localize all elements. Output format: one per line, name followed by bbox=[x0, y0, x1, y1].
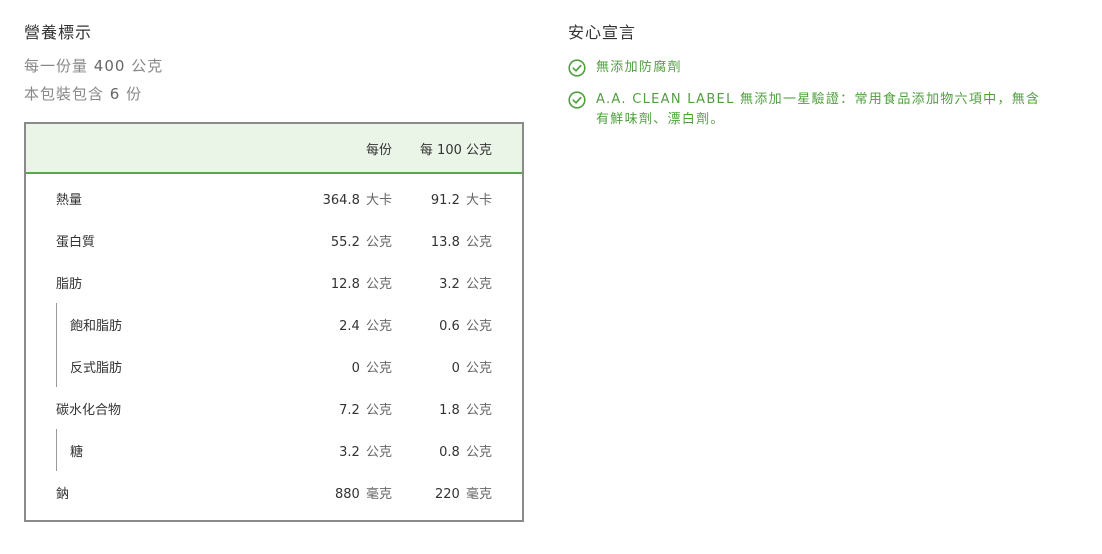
serving-size: 每一份量 400 公克 bbox=[24, 56, 524, 76]
per-100g-value: 220 bbox=[435, 487, 460, 502]
per-serving-value: 2.4 bbox=[339, 319, 360, 334]
per-serving-unit: 公克 bbox=[365, 403, 392, 418]
nutrient-label: 蛋白質 bbox=[56, 235, 96, 250]
table-row: 鈉 880 毫克 220 毫克 bbox=[26, 471, 522, 513]
nutrient-label: 反式脂肪 bbox=[70, 361, 123, 376]
per-serving-value: 12.8 bbox=[330, 277, 360, 292]
servings-unit: 份 bbox=[126, 85, 143, 103]
per-serving-unit: 大卡 bbox=[365, 193, 392, 208]
claims-section: 安心宣言 無添加防腐劑 A.A. CLEAN LABEL 無添加一星驗證：常用食品… bbox=[568, 22, 1048, 142]
per-serving-unit: 公克 bbox=[365, 277, 392, 292]
table-row: 脂肪 12.8 公克 3.2 公克 bbox=[26, 261, 522, 303]
per-serving-value: 0 bbox=[351, 361, 360, 376]
per-serving-cell: 12.8 公克 bbox=[331, 273, 392, 292]
servings-value: 6 bbox=[109, 85, 121, 103]
table-row: 熱量 364.8 大卡 91.2 大卡 bbox=[26, 177, 522, 219]
per-100g-unit: 公克 bbox=[465, 361, 492, 376]
nutrition-section: 營養標示 每一份量 400 公克 本包裝包含 6 份 每份 每 100 公克 熱… bbox=[24, 22, 524, 522]
per-serving-cell: 55.2 公克 bbox=[331, 231, 392, 250]
claim-item: A.A. CLEAN LABEL 無添加一星驗證：常用食品添加物六項中，無含有鮮… bbox=[568, 90, 1048, 130]
sub-row-indent-bar bbox=[56, 345, 57, 387]
table-row: 糖 3.2 公克 0.8 公克 bbox=[26, 429, 522, 471]
per-100g-value: 1.8 bbox=[439, 403, 460, 418]
per-serving-cell: 364.8 大卡 bbox=[323, 189, 392, 208]
per-serving-value: 3.2 bbox=[339, 445, 360, 460]
per-serving-value: 364.8 bbox=[322, 193, 360, 208]
per-serving-unit: 公克 bbox=[365, 445, 392, 460]
per-100g-value: 0 bbox=[451, 361, 460, 376]
per-100g-value: 13.8 bbox=[430, 235, 460, 250]
claims-title: 安心宣言 bbox=[568, 23, 637, 42]
per-100g-value: 3.2 bbox=[439, 277, 460, 292]
nutrient-label: 碳水化合物 bbox=[56, 403, 122, 418]
per-100g-cell: 220 毫克 bbox=[435, 483, 492, 502]
serving-size-prefix: 每一份量 bbox=[24, 57, 89, 75]
per-serving-cell: 7.2 公克 bbox=[339, 399, 392, 418]
per-100g-unit: 公克 bbox=[465, 235, 492, 250]
per-serving-cell: 880 毫克 bbox=[335, 483, 392, 502]
per-100g-cell: 0.8 公克 bbox=[439, 441, 492, 460]
per-100g-unit: 大卡 bbox=[465, 193, 492, 208]
per-serving-value: 880 bbox=[335, 487, 360, 502]
table-row: 反式脂肪 0 公克 0 公克 bbox=[26, 345, 522, 387]
per-100g-cell: 3.2 公克 bbox=[439, 273, 492, 292]
per-100g-cell: 1.8 公克 bbox=[439, 399, 492, 418]
per-serving-cell: 2.4 公克 bbox=[339, 315, 392, 334]
serving-size-unit: 公克 bbox=[131, 57, 164, 75]
nutrient-label: 熱量 bbox=[56, 193, 83, 208]
column-per-serving: 每份 bbox=[365, 143, 392, 158]
per-100g-value: 0.6 bbox=[439, 319, 460, 334]
per-serving-unit: 公克 bbox=[365, 319, 392, 334]
sub-row-indent-bar bbox=[56, 303, 57, 345]
per-serving-cell: 0 公克 bbox=[352, 357, 392, 376]
table-row: 碳水化合物 7.2 公克 1.8 公克 bbox=[26, 387, 522, 429]
sub-row-indent-bar bbox=[56, 429, 57, 471]
check-circle-icon bbox=[568, 59, 586, 77]
nutrition-table-body: 熱量 364.8 大卡 91.2 大卡 蛋白質 55.2 公克 13.8 公克 脂肪 12.8… bbox=[26, 174, 522, 513]
serving-size-value: 400 bbox=[93, 57, 126, 75]
table-row: 飽和脂肪 2.4 公克 0.6 公克 bbox=[26, 303, 522, 345]
table-row: 蛋白質 55.2 公克 13.8 公克 bbox=[26, 219, 522, 261]
claim-item: 無添加防腐劑 bbox=[568, 58, 1048, 78]
nutrient-label: 糖 bbox=[70, 445, 84, 460]
per-100g-value: 91.2 bbox=[430, 193, 460, 208]
per-100g-cell: 13.8 公克 bbox=[431, 231, 492, 250]
column-per-100g: 每 100 公克 bbox=[419, 143, 492, 158]
per-100g-cell: 91.2 大卡 bbox=[431, 189, 492, 208]
nutrient-label: 脂肪 bbox=[56, 277, 83, 292]
nutrition-table: 每份 每 100 公克 熱量 364.8 大卡 91.2 大卡 蛋白質 55.2 公克 1… bbox=[24, 122, 524, 522]
per-serving-unit: 公克 bbox=[365, 361, 392, 376]
nutrition-table-header: 每份 每 100 公克 bbox=[26, 124, 522, 174]
nutrient-label: 飽和脂肪 bbox=[70, 319, 123, 334]
per-100g-cell: 0.6 公克 bbox=[439, 315, 492, 334]
claim-text: A.A. CLEAN LABEL 無添加一星驗證：常用食品添加物六項中，無含有鮮… bbox=[596, 92, 1041, 127]
servings-per-package: 本包裝包含 6 份 bbox=[24, 84, 524, 104]
check-circle-icon bbox=[568, 91, 586, 109]
servings-prefix: 本包裝包含 bbox=[24, 85, 105, 103]
nutrition-title: 營養標示 bbox=[24, 23, 93, 42]
per-100g-unit: 公克 bbox=[465, 277, 492, 292]
per-serving-cell: 3.2 公克 bbox=[339, 441, 392, 460]
per-100g-unit: 公克 bbox=[465, 319, 492, 334]
per-serving-unit: 毫克 bbox=[365, 487, 392, 502]
per-100g-unit: 公克 bbox=[465, 403, 492, 418]
per-100g-unit: 公克 bbox=[465, 445, 492, 460]
per-100g-value: 0.8 bbox=[439, 445, 460, 460]
claims-list: 無添加防腐劑 A.A. CLEAN LABEL 無添加一星驗證：常用食品添加物六項… bbox=[568, 58, 1048, 130]
per-100g-cell: 0 公克 bbox=[452, 357, 492, 376]
per-serving-value: 55.2 bbox=[330, 235, 360, 250]
per-100g-unit: 毫克 bbox=[465, 487, 492, 502]
nutrient-label: 鈉 bbox=[56, 487, 70, 502]
claim-text: 無添加防腐劑 bbox=[596, 60, 682, 75]
per-serving-value: 7.2 bbox=[339, 403, 360, 418]
per-serving-unit: 公克 bbox=[365, 235, 392, 250]
